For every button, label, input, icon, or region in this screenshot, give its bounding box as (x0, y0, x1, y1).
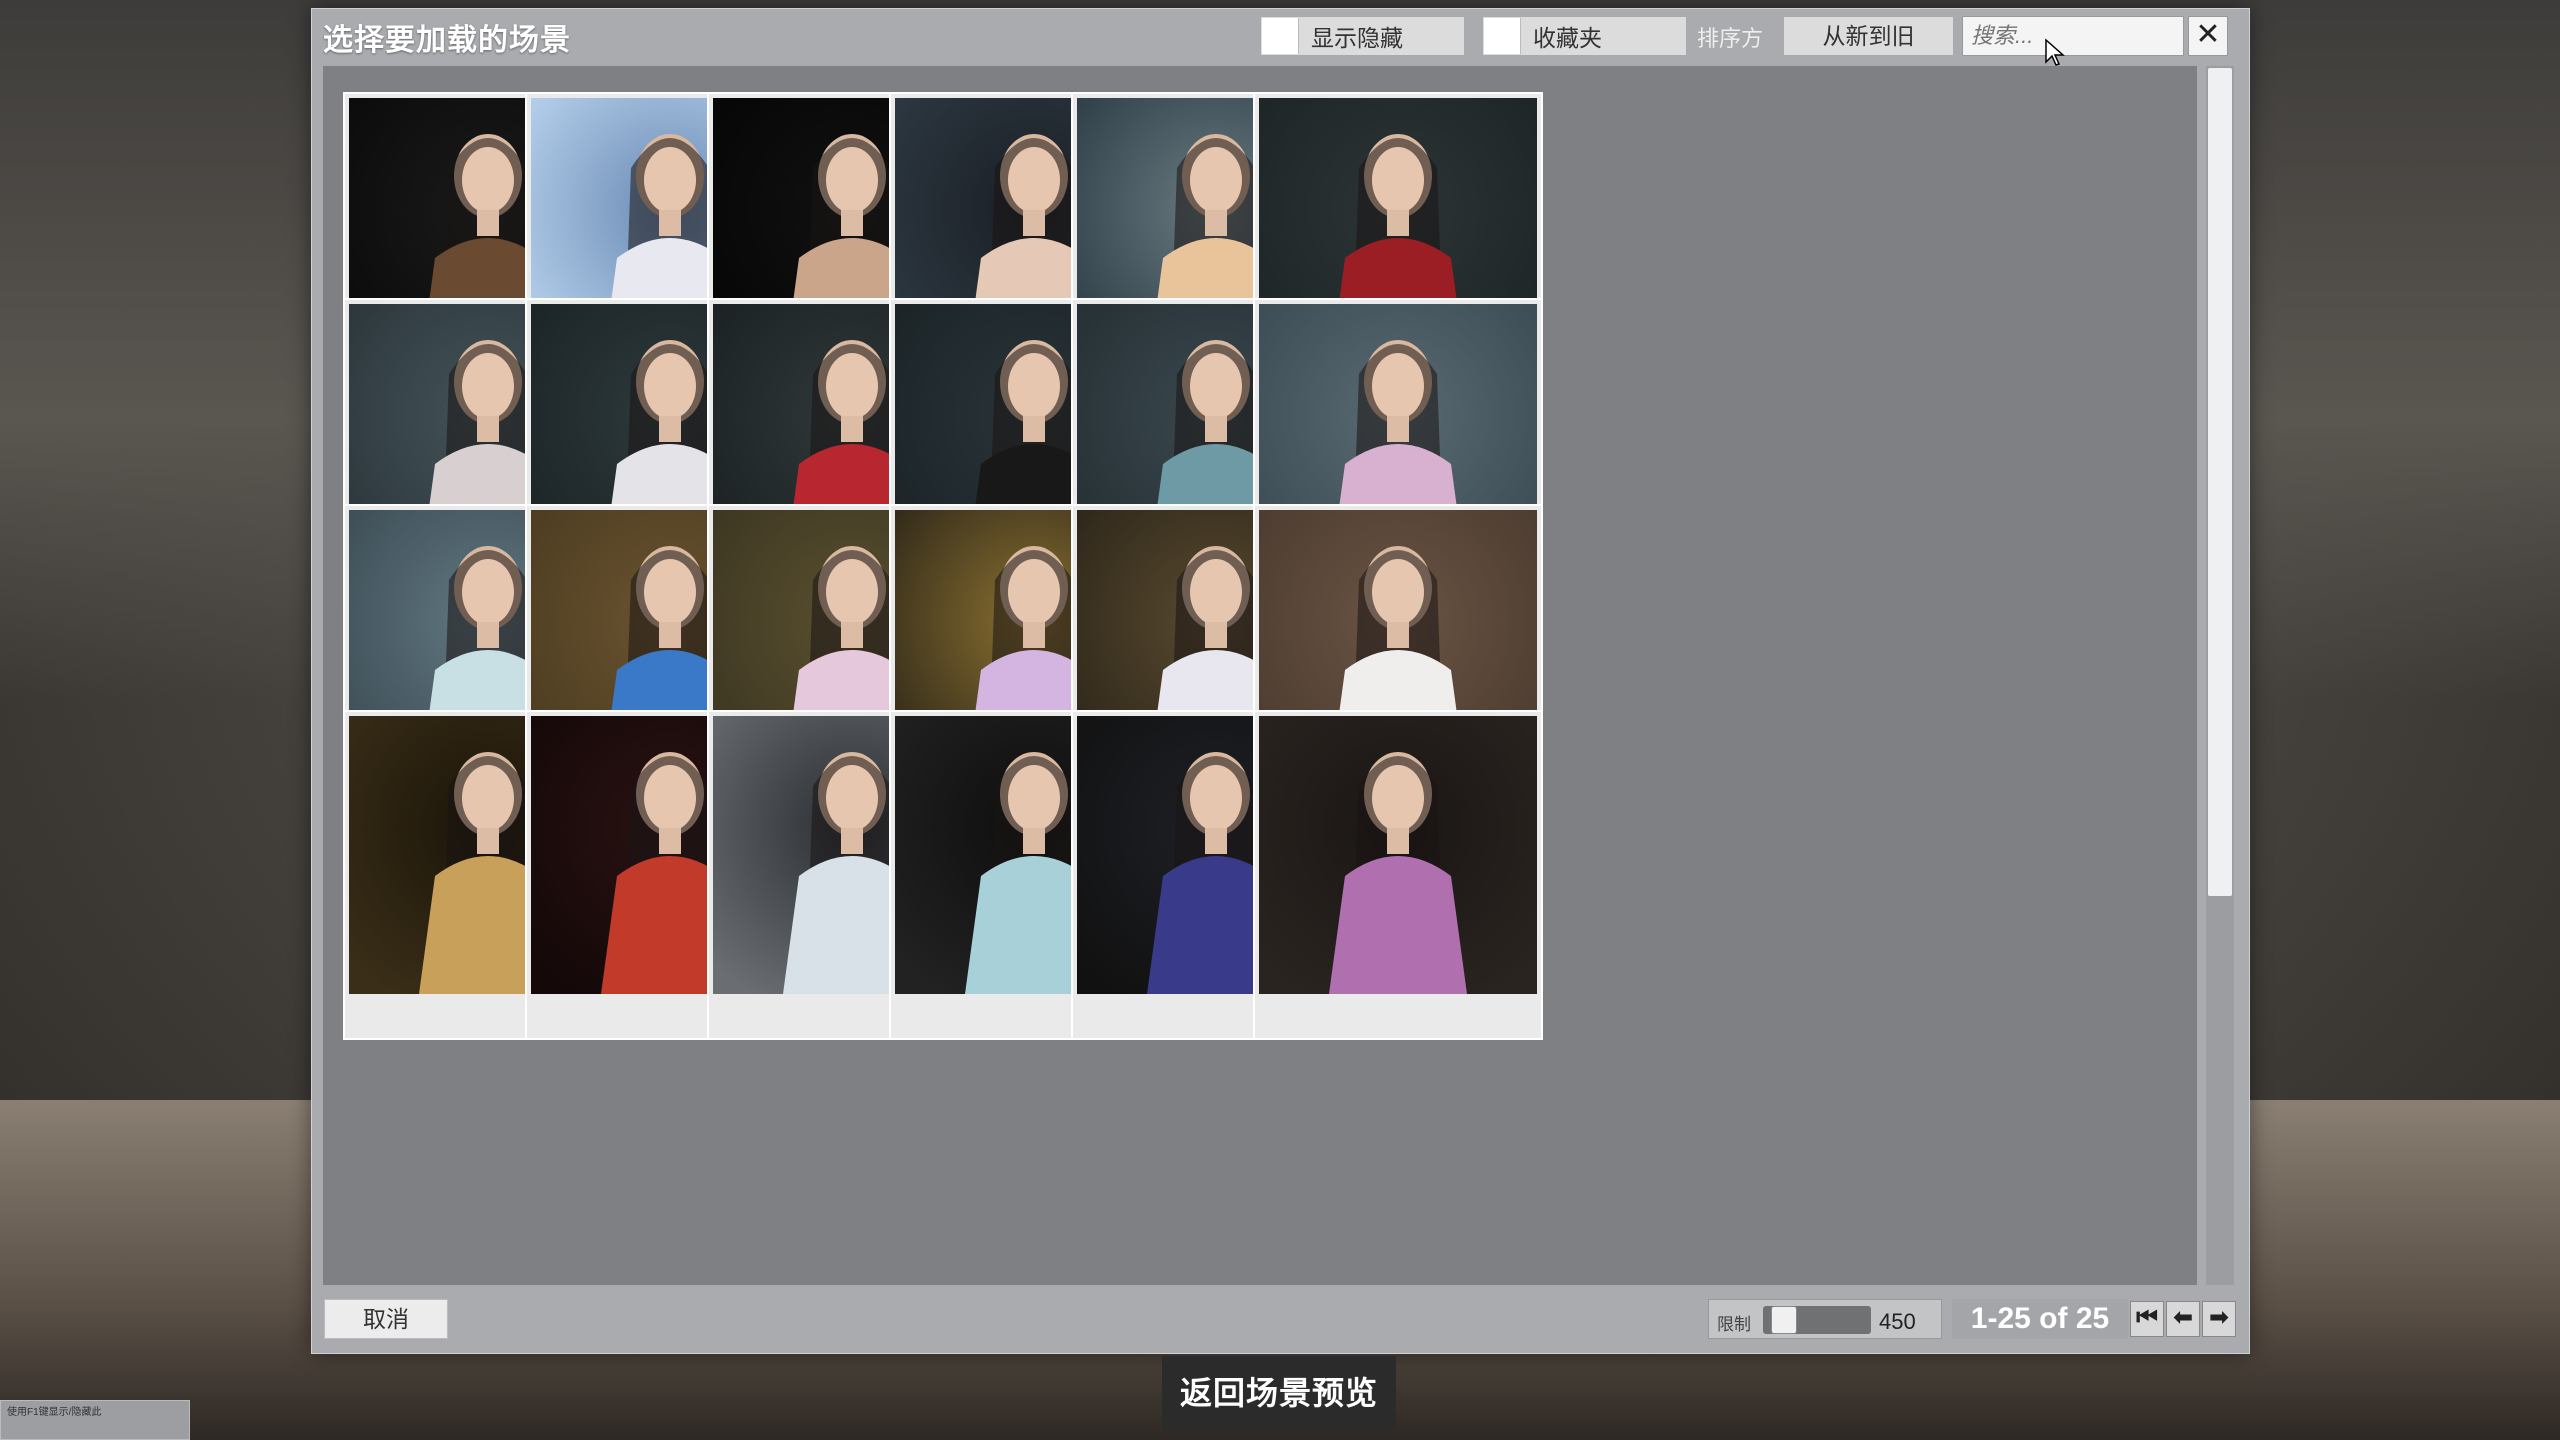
favorites-label: 收藏夹 (1533, 25, 1602, 51)
return-to-preview-button[interactable]: 返回场景预览 (1162, 1356, 1396, 1430)
search-input[interactable] (1962, 16, 2184, 56)
limit-control: 限制 450 (1708, 1299, 1942, 1339)
grid-scrollbar[interactable] (2206, 66, 2234, 1285)
limit-slider-knob[interactable] (1771, 1306, 1798, 1334)
show-hidden-toggle[interactable]: 显示隐藏 (1260, 16, 1465, 56)
status-hint: 使用F1键显示/隐藏此 (0, 1400, 190, 1440)
scene-card[interactable] (1253, 710, 1543, 1040)
cancel-button[interactable]: 取消 (324, 1299, 448, 1339)
favorites-checkbox[interactable] (1484, 18, 1521, 54)
limit-value: 450 (1879, 1309, 1916, 1334)
close-button[interactable]: ✕ (2188, 16, 2228, 56)
sort-order-button[interactable]: 从新到旧 (1783, 16, 1954, 56)
scene-select-dialog: 选择要加载的场景 显示隐藏 收藏夹 排序方 从新到旧 ✕ Fighting sc… (311, 8, 2250, 1354)
page-range-label: 1-25 of 25 (1952, 1299, 2128, 1339)
show-hidden-label: 显示隐藏 (1311, 25, 1403, 51)
favorites-toggle[interactable]: 收藏夹 (1482, 16, 1687, 56)
prev-page-button[interactable]: ⬅ (2166, 1301, 2200, 1337)
dialog-title: 选择要加载的场景 (323, 24, 571, 57)
first-page-button[interactable]: ⏮ (2130, 1301, 2164, 1337)
scene-grid[interactable]: Fighting scenes 格斗 1.0 demoAsuna默认Archer… (323, 66, 2197, 1285)
mouse-cursor-icon (2045, 38, 2065, 66)
show-hidden-checkbox[interactable] (1262, 18, 1299, 54)
sort-caption: 排序方 (1697, 26, 1764, 51)
next-page-button[interactable]: ➡ (2202, 1301, 2236, 1337)
limit-caption: 限制 (1717, 1315, 1751, 1334)
scene-thumbnail[interactable] (1259, 716, 1537, 994)
scroll-thumb[interactable] (2208, 68, 2232, 896)
